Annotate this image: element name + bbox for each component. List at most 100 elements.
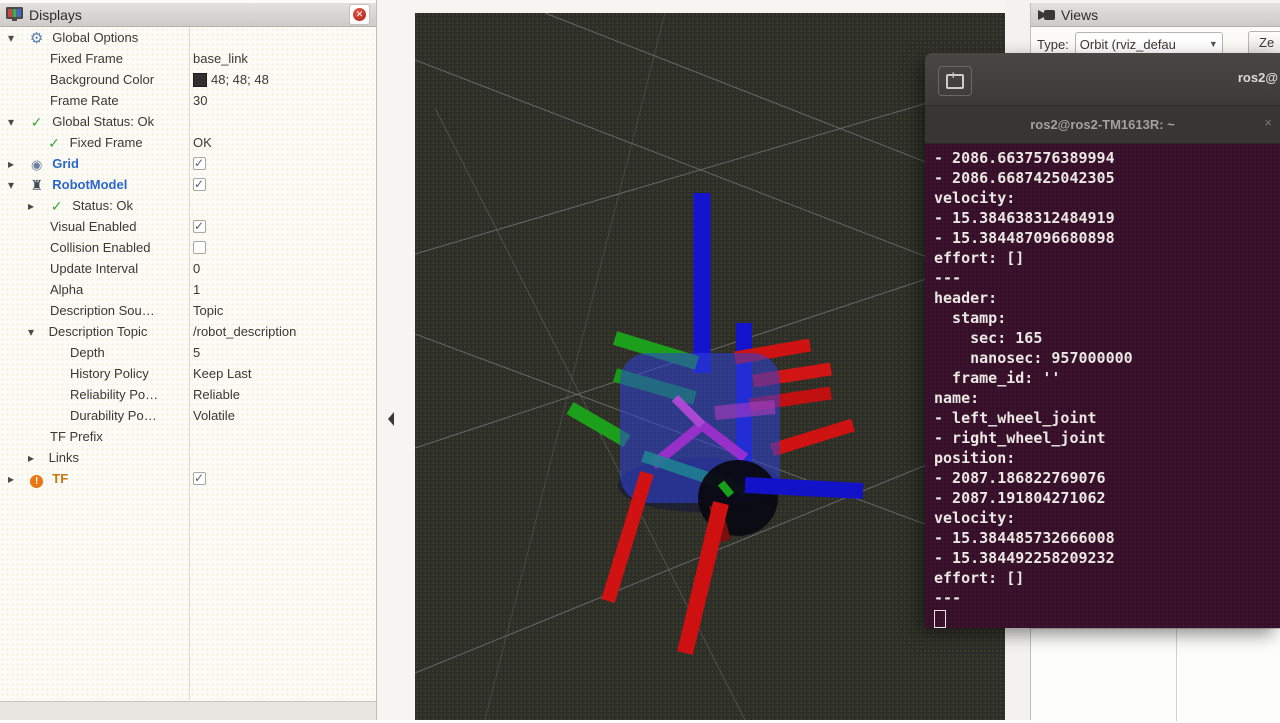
collapse-panel-arrow-icon[interactable]: [388, 412, 394, 426]
property-label: Description Sou…: [48, 303, 155, 318]
display-property-row[interactable]: TF: [0, 468, 376, 489]
row-type-icon: [27, 112, 47, 133]
zero-button[interactable]: Ze: [1248, 31, 1280, 55]
display-property-row[interactable]: Grid: [0, 153, 376, 174]
enable-checkbox[interactable]: [193, 157, 206, 170]
property-value[interactable]: Volatile: [193, 405, 235, 426]
views-saved-list[interactable]: [1031, 628, 1280, 721]
property-label: Fixed Frame: [48, 51, 123, 66]
robot-model: [570, 193, 863, 653]
display-property-row[interactable]: Global Status: Ok: [0, 111, 376, 132]
property-value[interactable]: Reliable: [193, 384, 240, 405]
property-label: Links: [47, 450, 79, 465]
views-panel-icon: [1037, 9, 1055, 21]
terminal-line: - 2086.6687425042305: [934, 168, 1280, 188]
displays-panel-titlebar[interactable]: Displays ✕: [0, 3, 376, 27]
display-property-row[interactable]: Depth 5: [0, 342, 376, 363]
display-property-row[interactable]: Reliability Po… Reliable: [0, 384, 376, 405]
terminal-tabbar: ros2@ros2-TM1613R: ~ ×: [925, 106, 1280, 144]
new-tab-button[interactable]: [938, 66, 972, 96]
value-text: 0: [193, 258, 200, 279]
value-text: base_link: [193, 48, 248, 69]
property-value[interactable]: /robot_description: [193, 321, 296, 342]
chevron-down-icon: ▼: [1209, 39, 1218, 49]
displays-tree: Global Options Fixed Frame base_link: [0, 27, 376, 700]
row-type-icon: [27, 175, 47, 196]
expand-arrow-icon[interactable]: [8, 27, 23, 49]
property-value[interactable]: 48; 48; 48: [193, 69, 269, 90]
property-value[interactable]: 0: [193, 258, 200, 279]
panel-gutter: [377, 0, 415, 720]
display-property-row[interactable]: Links: [0, 447, 376, 468]
property-label: History Policy: [68, 366, 149, 381]
enable-checkbox[interactable]: [193, 178, 206, 191]
property-value[interactable]: Topic: [193, 300, 223, 321]
property-value[interactable]: OK: [193, 132, 212, 153]
property-value[interactable]: 5: [193, 342, 200, 363]
display-property-row[interactable]: Background Color 48; 48; 48: [0, 69, 376, 90]
displays-panel: Displays ✕ Global Options Fixed Frame: [0, 0, 377, 720]
property-value[interactable]: [193, 468, 210, 489]
display-property-row[interactable]: Frame Rate 30: [0, 90, 376, 111]
display-property-row[interactable]: Alpha 1: [0, 279, 376, 300]
view-type-value: Orbit (rviz_defau: [1080, 37, 1176, 52]
display-property-row[interactable]: Collision Enabled: [0, 237, 376, 258]
expand-arrow-icon[interactable]: [8, 174, 23, 196]
enable-checkbox[interactable]: [193, 472, 206, 485]
display-property-row[interactable]: Status: Ok: [0, 195, 376, 216]
terminal-line: sec: 165: [934, 328, 1280, 348]
expand-arrow-icon[interactable]: [28, 447, 43, 469]
terminal-line: name:: [934, 388, 1280, 408]
tab-close-icon[interactable]: ×: [1264, 115, 1272, 130]
property-value[interactable]: Keep Last: [193, 363, 252, 384]
display-property-row[interactable]: Fixed Frame base_link: [0, 48, 376, 69]
property-value[interactable]: [193, 237, 210, 258]
property-value[interactable]: 30: [193, 90, 207, 111]
terminal-line: frame_id: '': [934, 368, 1280, 388]
enable-checkbox[interactable]: [193, 220, 206, 233]
terminal-line: - 2087.186822769076: [934, 468, 1280, 488]
render-scene: [415, 13, 1005, 720]
display-property-row[interactable]: Visual Enabled: [0, 216, 376, 237]
views-panel-titlebar[interactable]: Views: [1031, 3, 1280, 27]
property-value[interactable]: [193, 153, 210, 174]
property-label: Durability Po…: [68, 408, 157, 423]
terminal-line: - 15.384487096680898: [934, 228, 1280, 248]
value-text: 48; 48; 48: [211, 69, 269, 90]
value-text: OK: [193, 132, 212, 153]
property-label: TF Prefix: [48, 429, 103, 444]
terminal-tab[interactable]: ros2@ros2-TM1613R: ~: [1030, 117, 1175, 132]
display-property-row[interactable]: Fixed Frame OK: [0, 132, 376, 153]
display-property-row[interactable]: Global Options: [0, 27, 376, 48]
terminal-line: velocity:: [934, 508, 1280, 528]
expand-arrow-icon[interactable]: [8, 153, 23, 175]
property-value[interactable]: [193, 216, 210, 237]
property-label: Global Status: Ok: [50, 114, 154, 129]
terminal-output[interactable]: - 2086.6637576389994 - 2086.668742504230…: [925, 144, 1280, 628]
expand-arrow-icon[interactable]: [8, 468, 23, 490]
property-value[interactable]: base_link: [193, 48, 248, 69]
display-property-row[interactable]: Update Interval 0: [0, 258, 376, 279]
terminal-window[interactable]: ros2@ ros2@ros2-TM1613R: ~ × - 2086.6637…: [925, 53, 1280, 628]
row-type-icon: [27, 154, 47, 175]
property-value[interactable]: 1: [193, 279, 200, 300]
property-label: RobotModel: [50, 177, 127, 192]
terminal-titlebar[interactable]: ros2@: [925, 53, 1280, 106]
row-type-icon: [27, 469, 47, 490]
expand-arrow-icon[interactable]: [28, 195, 43, 217]
display-property-row[interactable]: Description Sou… Topic: [0, 300, 376, 321]
display-property-row[interactable]: History Policy Keep Last: [0, 363, 376, 384]
property-label: Description Topic: [47, 324, 148, 339]
close-panel-button[interactable]: ✕: [349, 4, 370, 25]
3d-viewport[interactable]: [415, 13, 1005, 720]
display-property-row[interactable]: TF Prefix: [0, 426, 376, 447]
property-label: Reliability Po…: [68, 387, 158, 402]
property-label: Frame Rate: [48, 93, 119, 108]
display-property-row[interactable]: Durability Po… Volatile: [0, 405, 376, 426]
expand-arrow-icon[interactable]: [8, 111, 23, 133]
property-value[interactable]: [193, 174, 210, 195]
display-property-row[interactable]: RobotModel: [0, 174, 376, 195]
enable-checkbox[interactable]: [193, 241, 206, 254]
expand-arrow-icon[interactable]: [28, 321, 43, 343]
display-property-row[interactable]: Description Topic /robot_description: [0, 321, 376, 342]
